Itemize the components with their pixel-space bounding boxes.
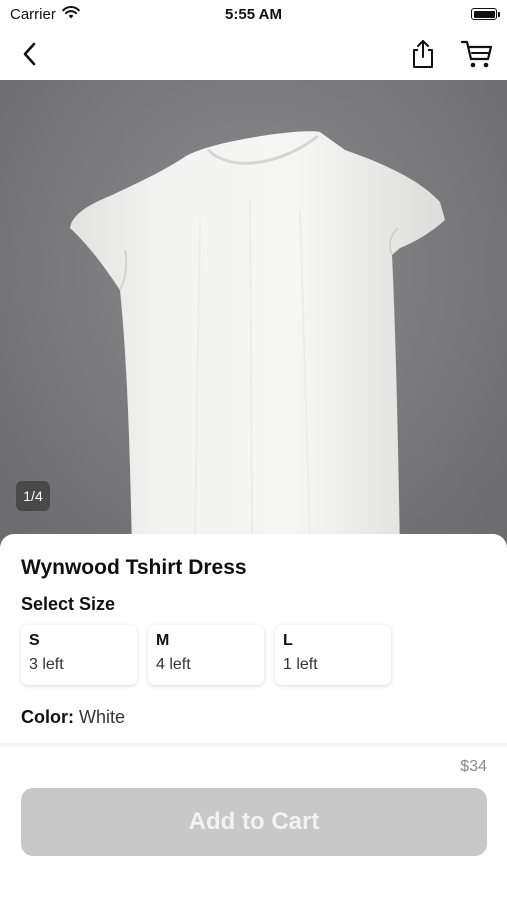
- cart-icon: [460, 40, 493, 68]
- carrier-label: Carrier: [10, 5, 56, 23]
- divider: [0, 743, 507, 749]
- size-stock: 4 left: [156, 656, 191, 673]
- back-button[interactable]: [12, 36, 48, 72]
- add-to-cart-button[interactable]: Add to Cart: [21, 788, 487, 856]
- product-info-sheet: Wynwood Tshirt Dress Select Size S 3 lef…: [0, 534, 507, 900]
- size-option-s[interactable]: S 3 left: [21, 625, 137, 685]
- dress-photo: [70, 131, 445, 550]
- cart-button[interactable]: [459, 36, 495, 72]
- product-price: $34: [460, 758, 487, 775]
- wifi-icon: [62, 5, 80, 23]
- size-option-l[interactable]: L 1 left: [275, 625, 391, 685]
- size-stock: 3 left: [29, 656, 64, 673]
- size-stock: 1 left: [283, 656, 318, 673]
- nav-bar: [0, 28, 507, 80]
- status-left: Carrier: [10, 6, 80, 23]
- color-value: White: [79, 707, 126, 727]
- share-button[interactable]: [405, 36, 441, 72]
- product-detail-screen: Carrier 5:55 AM 1/4 Wynwood Tshirt Dress…: [0, 0, 507, 900]
- nav-actions: [405, 36, 495, 72]
- product-title: Wynwood Tshirt Dress: [21, 556, 247, 579]
- color-line: Color: White: [21, 707, 125, 728]
- color-label: Color:: [21, 707, 74, 727]
- chevron-left-icon: [23, 42, 36, 66]
- size-options: S 3 left M 4 left L 1 left: [21, 625, 391, 685]
- size-name: M: [156, 632, 170, 649]
- size-name: S: [29, 632, 40, 649]
- product-image-carousel[interactable]: 1/4: [0, 80, 507, 550]
- image-page-indicator: 1/4: [16, 481, 50, 511]
- battery-icon: [471, 8, 500, 20]
- status-bar: Carrier 5:55 AM: [0, 0, 507, 28]
- size-heading: Select Size: [21, 594, 116, 614]
- size-option-m[interactable]: M 4 left: [148, 625, 264, 685]
- size-name: L: [283, 632, 293, 649]
- share-icon: [413, 40, 433, 68]
